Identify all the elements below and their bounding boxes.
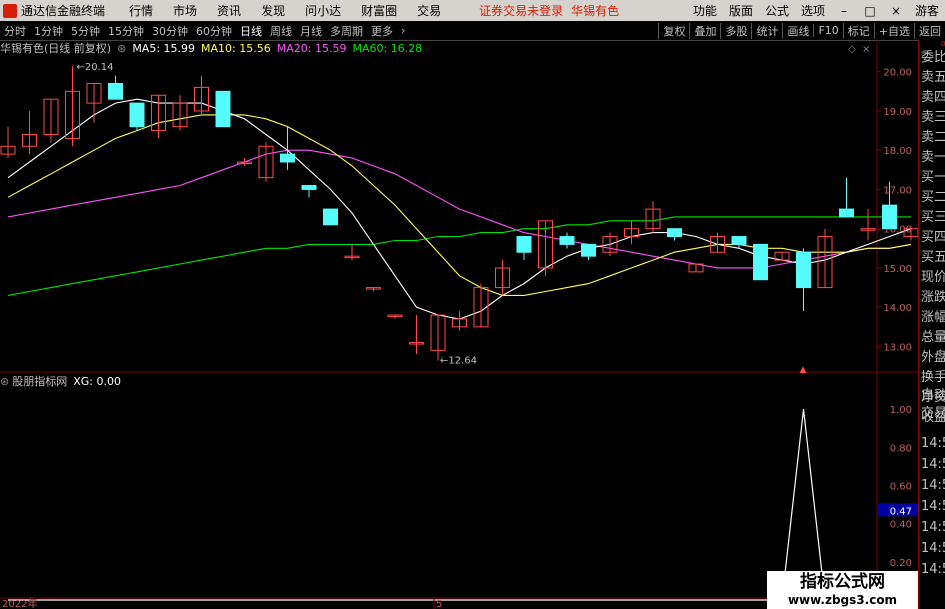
main-axis-label-0: 20.00 bbox=[883, 68, 912, 79]
signal-arrow-icon: ▲ bbox=[800, 365, 807, 375]
side-label-11: 现价 bbox=[921, 270, 945, 285]
chart-close-icon[interactable]: × bbox=[862, 44, 870, 55]
side-label-15: 外盘 bbox=[921, 350, 945, 365]
candle-body-26[interactable] bbox=[559, 236, 575, 245]
side-label-4: 卖二 bbox=[921, 130, 945, 145]
side-label-21: 14:56 bbox=[921, 436, 945, 451]
side-label-2: 卖四 bbox=[921, 90, 945, 105]
candle-body-35[interactable] bbox=[753, 243, 768, 281]
watermark: 指标公式网 www.zbgs3.com bbox=[767, 571, 918, 609]
sub-axis-label-3: 0.47 bbox=[890, 506, 912, 517]
sub-axis-label-1: 0.80 bbox=[890, 443, 912, 454]
side-label-7: 买二 bbox=[921, 190, 945, 205]
sub-axis-label-2: 0.60 bbox=[890, 481, 912, 492]
candle-body-10[interactable] bbox=[215, 90, 231, 128]
side-label-12: 涨跌 bbox=[921, 290, 945, 305]
watermark-title: 指标公式网 bbox=[800, 572, 885, 592]
side-label-22: 14:56 bbox=[921, 457, 945, 472]
candle-body-27[interactable] bbox=[581, 243, 596, 257]
side-label-8: 买三 bbox=[921, 210, 945, 225]
high-price-label: ←20.14 bbox=[77, 62, 114, 73]
side-label-1: 卖五 bbox=[921, 70, 945, 85]
date-label-0: 2022年 bbox=[2, 597, 37, 609]
candle-body-14[interactable] bbox=[301, 185, 317, 190]
side-label-13: 涨幅 bbox=[921, 310, 945, 325]
side-label-9: 买四 bbox=[921, 230, 945, 245]
side-label-23: 14:56 bbox=[921, 478, 945, 493]
side-label-10: 买五 bbox=[921, 250, 945, 265]
candle-body-5[interactable] bbox=[108, 82, 123, 100]
candle-body-24[interactable] bbox=[516, 236, 532, 253]
candle-body-37[interactable] bbox=[796, 251, 811, 289]
candle-body-13[interactable] bbox=[280, 153, 295, 163]
main-axis-label-7: 13.00 bbox=[883, 342, 912, 353]
side-label-0: 委比 bbox=[921, 50, 945, 65]
side-label-5: 卖一 bbox=[921, 150, 945, 165]
kline-chart-svg[interactable]: 20.0019.0018.0017.0016.0015.0014.0013.00… bbox=[0, 0, 945, 609]
main-axis-label-1: 19.00 bbox=[883, 107, 912, 118]
diamond-icon[interactable]: ◇ bbox=[848, 44, 856, 55]
candle-body-41[interactable] bbox=[882, 204, 897, 230]
main-axis-label-6: 14.00 bbox=[883, 303, 912, 314]
candle-body-39[interactable] bbox=[839, 208, 854, 218]
candle-body-31[interactable] bbox=[667, 228, 682, 238]
side-label-19[interactable]: 自动 bbox=[921, 384, 945, 403]
quote-side-panel: 000 委比卖五卖四卖三卖二卖一买一买二买三买四买五现价涨跌涨幅总量外盘换手净资… bbox=[918, 40, 945, 609]
sub-axis-label-4: 0.40 bbox=[890, 520, 912, 531]
main-axis-label-5: 15.00 bbox=[883, 264, 912, 275]
side-label-16: 换手 bbox=[921, 370, 945, 385]
side-label-24: 14:56 bbox=[921, 499, 945, 514]
side-label-14: 总量 bbox=[921, 330, 945, 345]
low-price-label: ←12.64 bbox=[440, 356, 477, 367]
side-label-27: 14:56 bbox=[921, 562, 945, 577]
side-label-3: 卖三 bbox=[921, 110, 945, 125]
ma20-line bbox=[7, 149, 912, 269]
side-label-20[interactable]: 交易 bbox=[921, 402, 945, 421]
side-label-6: 买一 bbox=[921, 170, 945, 185]
watermark-url: www.zbgs3.com bbox=[787, 593, 898, 607]
candle-body-34[interactable] bbox=[731, 236, 747, 245]
side-label-25: 14:56 bbox=[921, 520, 945, 535]
ma60-line bbox=[7, 216, 911, 296]
side-label-26: 14:56 bbox=[921, 541, 945, 556]
sub-axis-label-0: 1.00 bbox=[890, 405, 912, 416]
main-axis-label-2: 18.00 bbox=[883, 146, 912, 157]
candle-body-15[interactable] bbox=[323, 208, 338, 226]
main-axis-label-3: 17.00 bbox=[883, 185, 912, 196]
candle-body-6[interactable] bbox=[129, 102, 145, 128]
date-label-1: 5 bbox=[436, 599, 442, 609]
ma10-line bbox=[7, 114, 912, 296]
sub-axis-label-5: 0.20 bbox=[890, 558, 912, 569]
